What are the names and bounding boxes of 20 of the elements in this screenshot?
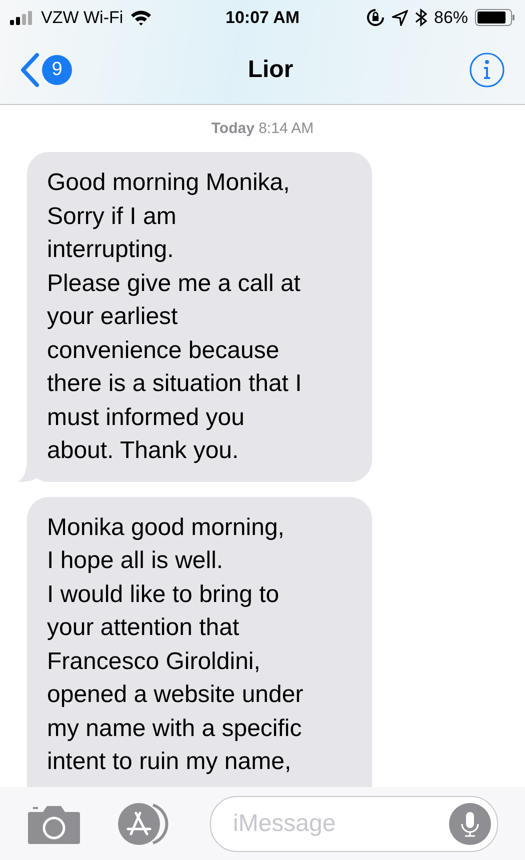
message-bubble: Monika good morning, I hope all is well. I would like to bring to your attention that Francesco Giroldini, opened a website under my name with a specific intent to ruin my name, xyxy=(27,496,372,787)
message-field[interactable]: iMessage xyxy=(210,796,498,852)
message-timestamp: Today 8:14 AM xyxy=(211,120,314,137)
unread-count-badge: 9 xyxy=(42,54,72,84)
bluetooth-icon xyxy=(414,8,427,27)
back-chevron-icon xyxy=(20,52,40,86)
back-button[interactable]: 9 xyxy=(20,52,72,86)
location-arrow-icon xyxy=(392,10,408,26)
contact-name: Lior xyxy=(248,56,294,84)
clock-time: 10:07 AM xyxy=(226,8,300,28)
message-bubble: Good morning Monika, Sorry if I am interrupting. Please give me a call at your earliest convenience because there is a situation that I must informed you about. Thank you. xyxy=(27,152,372,482)
info-icon[interactable] xyxy=(468,52,505,88)
microphone-icon[interactable] xyxy=(449,802,491,844)
battery-percent: 86% xyxy=(434,8,468,28)
rotation-lock-icon xyxy=(366,8,385,27)
carrier-label: VZW Wi-Fi xyxy=(41,8,124,28)
message-input-field[interactable]: iMessage xyxy=(231,808,449,838)
signal-icon xyxy=(10,10,34,24)
wifi-icon xyxy=(130,10,152,26)
battery-icon xyxy=(475,9,516,26)
